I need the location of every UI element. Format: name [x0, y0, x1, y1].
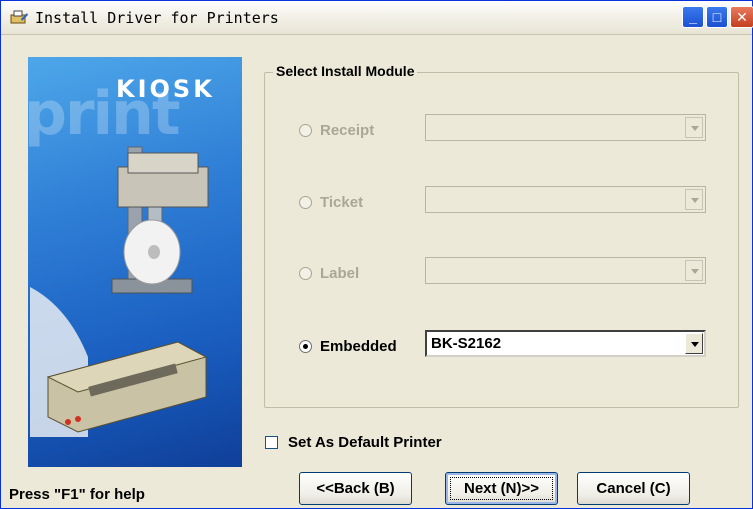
default-printer-row[interactable]: Set As Default Printer	[265, 434, 442, 451]
back-button-label: <<Back (B)	[316, 480, 395, 497]
back-button[interactable]: <<Back (B)	[299, 472, 412, 505]
ticket-model-select[interactable]	[425, 186, 706, 213]
minimize-button[interactable]: _	[682, 6, 704, 28]
embedded-model-value: BK-S2162	[431, 335, 502, 352]
kiosk-banner-image: print KIOSK	[28, 57, 242, 467]
chevron-down-icon[interactable]	[685, 333, 703, 354]
close-button[interactable]: ✕	[730, 6, 753, 28]
next-button[interactable]: Next (N)>>	[445, 472, 558, 505]
radio-embedded[interactable]: Embedded	[299, 336, 419, 356]
minimize-icon: _	[689, 9, 697, 25]
cancel-button-label: Cancel (C)	[596, 480, 671, 497]
default-printer-checkbox[interactable]	[265, 436, 278, 449]
embedded-model-select[interactable]: BK-S2162	[425, 330, 706, 357]
focus-ring	[450, 477, 553, 500]
radio-label-circle[interactable]	[299, 266, 312, 280]
radio-ticket[interactable]: Ticket	[299, 192, 419, 212]
cancel-button[interactable]: Cancel (C)	[577, 472, 690, 505]
radio-ticket-label: Ticket	[320, 193, 364, 211]
radio-label-label: Label	[320, 264, 360, 282]
group-legend: Select Install Module	[273, 63, 418, 79]
chevron-down-icon[interactable]	[685, 117, 703, 138]
radio-receipt-circle[interactable]	[299, 123, 312, 137]
radio-label-option[interactable]: Label	[299, 263, 419, 283]
default-printer-label: Set As Default Printer	[288, 434, 442, 451]
radio-receipt[interactable]: Receipt	[299, 120, 419, 140]
close-icon: ✕	[736, 9, 748, 25]
maximize-icon: □	[712, 9, 722, 25]
maximize-button[interactable]: □	[706, 6, 728, 28]
chevron-down-icon[interactable]	[685, 260, 703, 281]
window-title: Install Driver for Printers	[35, 9, 279, 27]
radio-receipt-label: Receipt	[320, 121, 375, 139]
radio-embedded-label: Embedded	[320, 337, 397, 355]
receipt-model-select[interactable]	[425, 114, 706, 141]
kiosk-printer-illustration	[30, 146, 209, 437]
printer-setup-icon	[9, 9, 29, 27]
label-model-select[interactable]	[425, 257, 706, 284]
title-bar[interactable]: Install Driver for Printers _ □ ✕	[1, 1, 753, 35]
installer-window: Install Driver for Printers _ □ ✕ print …	[0, 0, 753, 509]
radio-ticket-circle[interactable]	[299, 195, 312, 209]
chevron-down-icon[interactable]	[685, 189, 703, 210]
help-hint: Press "F1" for help	[9, 486, 145, 503]
radio-embedded-circle[interactable]	[299, 339, 312, 353]
